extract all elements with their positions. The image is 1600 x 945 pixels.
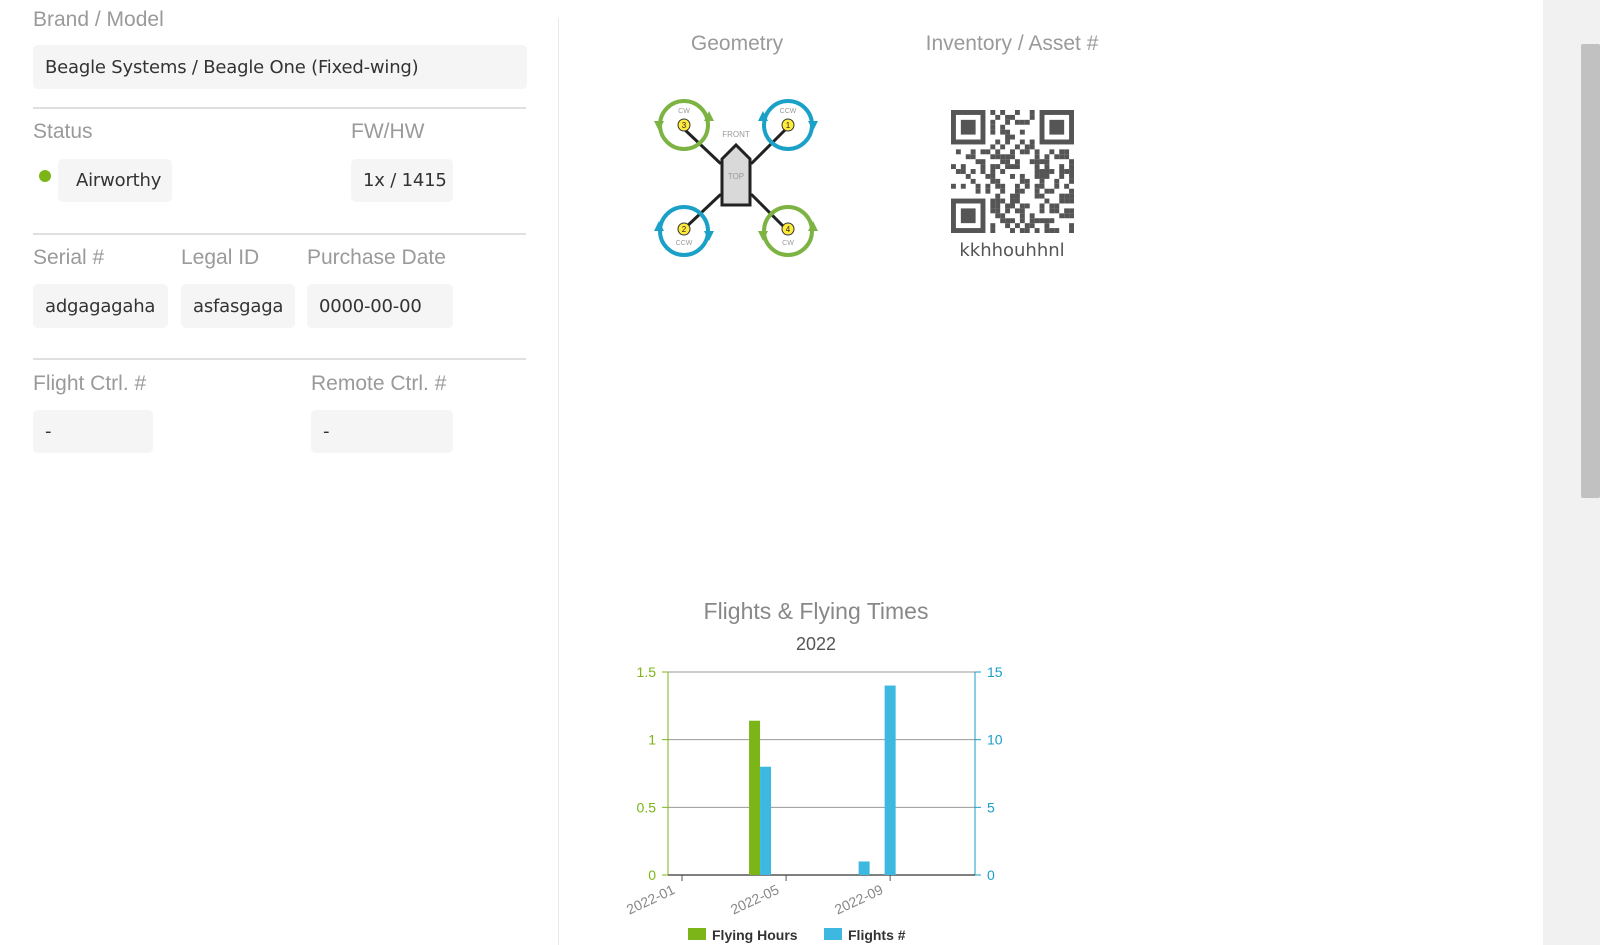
x-tick-label: 2022-05: [728, 881, 782, 917]
legend-swatch: [824, 928, 842, 940]
purchase-date-label: Purchase Date: [307, 246, 446, 269]
rotor-num: 2: [682, 225, 687, 234]
asset-code: kkhhouhhnl: [959, 240, 1065, 261]
fwhw-field[interactable]: 1x / 1415: [351, 159, 453, 202]
rotor-num: 3: [682, 121, 687, 130]
flights-chart: 0 0.5 1 1.5 0 5 10 15 2022-01 2022-05 2022-09 Flyin…: [624, 664, 1003, 943]
flight-ctrl-label: Flight Ctrl. #: [33, 372, 147, 395]
y-left-tick-label: 1: [648, 732, 656, 748]
remote-ctrl-label: Remote Ctrl. #: [311, 372, 447, 395]
divider: [33, 233, 526, 235]
rotor-4: 4 CW: [758, 205, 818, 257]
rotor-dir: CCW: [676, 240, 693, 247]
legend-label: Flights #: [848, 927, 906, 943]
bar: [760, 766, 772, 875]
bar: [749, 720, 761, 875]
y-left-tick-label: 0.5: [637, 799, 657, 815]
status-label: Status: [33, 120, 93, 143]
y-right-tick-label: 0: [987, 867, 995, 883]
brand-model-label: Brand / Model: [33, 8, 164, 31]
rotor-dir: CW: [782, 240, 794, 247]
legend-swatch: [688, 928, 706, 940]
top-label: TOP: [728, 172, 744, 181]
status-field[interactable]: Airworthy: [58, 159, 172, 202]
status-dot: [39, 170, 51, 182]
flight-ctrl-field[interactable]: -: [33, 410, 153, 453]
fwhw-label: FW/HW: [351, 120, 425, 143]
divider: [33, 107, 526, 109]
qr-code[interactable]: [951, 110, 1074, 233]
legal-id-label: Legal ID: [181, 246, 260, 269]
chart-title: Flights & Flying Times: [703, 598, 929, 624]
purchase-date-field[interactable]: 0000-00-00: [307, 284, 453, 328]
rotor-dir: CCW: [780, 108, 797, 115]
geometry-title: Geometry: [690, 32, 784, 55]
y-right-tick-label: 5: [987, 799, 995, 815]
serial-field[interactable]: adgagagaha: [33, 284, 168, 328]
divider: [33, 358, 526, 360]
bar: [858, 861, 870, 875]
x-tick-label: 2022-01: [624, 881, 678, 917]
rotor-num: 4: [786, 225, 791, 234]
x-tick-label: 2022-09: [832, 881, 886, 917]
column-separator: [558, 18, 559, 945]
y-left-tick-label: 1.5: [637, 664, 657, 680]
quad-geometry-diagram: TOP FRONT 3 CW 1 CCW 2 CCW 4 CW: [654, 99, 818, 257]
legend-label: Flying Hours: [712, 927, 798, 943]
rotor-1: 1 CCW: [758, 99, 818, 151]
front-label: FRONT: [722, 130, 750, 139]
rotor-2: 2 CCW: [654, 205, 714, 257]
y-left-tick-label: 0: [648, 867, 656, 883]
remote-ctrl-field[interactable]: -: [311, 410, 453, 453]
brand-model-field[interactable]: Beagle Systems / Beagle One (Fixed-wing): [33, 45, 527, 89]
y-right-tick-label: 10: [987, 732, 1003, 748]
inventory-title: Inventory / Asset #: [925, 32, 1099, 55]
rotor-num: 1: [786, 121, 791, 130]
rotor-dir: CW: [678, 108, 690, 115]
legal-id-field[interactable]: asfasgaga: [181, 284, 295, 328]
bar: [884, 685, 896, 875]
scrollbar-thumb[interactable]: [1581, 44, 1600, 498]
y-right-tick-label: 15: [987, 664, 1003, 680]
serial-label: Serial #: [33, 246, 105, 269]
rotor-3: 3 CW: [654, 99, 714, 151]
